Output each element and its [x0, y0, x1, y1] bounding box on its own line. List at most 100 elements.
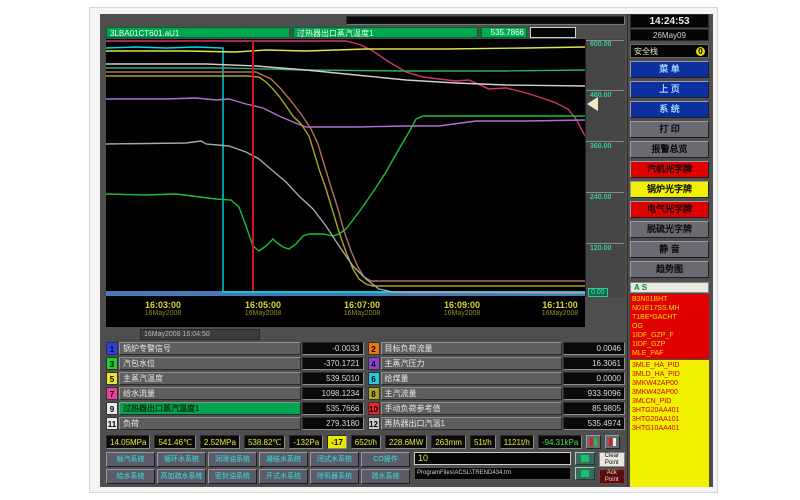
- legend-row-2[interactable]: 2目标负荷流量0.0046: [368, 342, 626, 355]
- system-button[interactable]: 密封油系统: [208, 469, 257, 484]
- legend-row-9[interactable]: 9过热器出口蒸汽温度1535.7666: [106, 402, 364, 415]
- clear-point-button[interactable]: Clear Point: [599, 452, 625, 467]
- pen-name[interactable]: 汽包水位: [119, 357, 301, 370]
- legend-row-6[interactable]: 6给煤量0.0000: [368, 372, 626, 385]
- pen-value: 539.5010: [302, 372, 364, 385]
- system-button[interactable]: 高加疏水系统: [157, 469, 206, 484]
- time-axis-labels: 16:03:0016May200816:05:0016May200816:07:…: [106, 297, 585, 327]
- sidebar-button[interactable]: 静 音: [630, 241, 709, 258]
- alarm-entry[interactable]: 3MLD_HA_PID: [632, 370, 707, 379]
- pen-name[interactable]: 给煤量: [381, 372, 563, 385]
- pen-name[interactable]: 主蒸汽压力: [381, 357, 563, 370]
- interval-input[interactable]: 10: [414, 452, 571, 465]
- title-row: 3LBA01CT601.aU1 过热器出口蒸汽温度1 535.7866: [106, 26, 625, 39]
- trend-mini-button-2[interactable]: [575, 467, 595, 480]
- system-button[interactable]: 润滑油系统: [208, 452, 257, 467]
- pen-color-swatch: 7: [106, 387, 118, 400]
- sidebar-button[interactable]: 报警总览: [630, 141, 709, 158]
- alarm-list-yellow[interactable]: 3MLE_HA_PID3MLD_HA_PID3MKW42AP003MKW42AP…: [630, 360, 709, 487]
- trend-mini-button-1[interactable]: [575, 452, 595, 465]
- cursor-timestamp: 16May2008 16:04:50: [140, 329, 260, 340]
- pen-name[interactable]: 负荷: [119, 417, 301, 430]
- system-button[interactable]: 除氧器系统: [310, 469, 359, 484]
- legend-row-4[interactable]: 4主蒸汽压力16.3061: [368, 357, 626, 370]
- legend-row-12[interactable]: 12再热器出口汽温1535.4974: [368, 417, 626, 430]
- sidebar-button[interactable]: 菜 单: [630, 61, 709, 78]
- x-tick-date: 16May2008: [344, 310, 381, 317]
- alarm-entry[interactable]: 3HTG20AA401: [632, 406, 707, 415]
- trend-tool-button-1[interactable]: [586, 435, 601, 449]
- alarm-entry[interactable]: 3MLCN_PID: [632, 397, 707, 406]
- system-button[interactable]: 凝结水系统: [259, 452, 308, 467]
- sidebar-button[interactable]: 脱硫光字牌: [630, 221, 709, 238]
- system-button[interactable]: 疏水系统: [361, 469, 410, 484]
- alarm-entry[interactable]: MLE_PAF: [632, 349, 707, 358]
- ack-point-button[interactable]: Ack Point: [599, 469, 625, 484]
- alarm-entry[interactable]: 1IDF_GZP_F: [632, 331, 707, 340]
- y-tick-label: 120.00: [590, 245, 611, 252]
- pen-name[interactable]: 目标负荷流量: [381, 342, 563, 355]
- system-button[interactable]: 给水系统: [106, 469, 155, 484]
- x-tick-time: 16:07:00: [344, 300, 381, 310]
- safety-stack-count-badge: 0: [696, 47, 705, 56]
- legend-row-10[interactable]: 10手动负荷参考值85.9805: [368, 402, 626, 415]
- pen-name[interactable]: 主蒸汽温度: [119, 372, 301, 385]
- sidebar-button[interactable]: 系 统: [630, 101, 709, 118]
- system-button[interactable]: 开式水系统: [259, 469, 308, 484]
- status-value-chip: 541.46℃: [154, 435, 195, 449]
- x-tick-date: 16May2008: [245, 310, 282, 317]
- alarm-tag-strip: A S: [630, 282, 709, 293]
- sidebar-button[interactable]: 汽机光字牌: [630, 161, 709, 178]
- alarm-entry[interactable]: 3HTG20AA101: [632, 415, 707, 424]
- alarm-entry[interactable]: B3N01BHT: [632, 295, 707, 304]
- alarm-entry[interactable]: OG: [632, 322, 707, 331]
- legend-row-3[interactable]: 3汽包水位-370.1721: [106, 357, 364, 370]
- trend-chart[interactable]: [106, 39, 585, 297]
- pen-name[interactable]: 再热器出口汽温1: [381, 417, 563, 430]
- message-bar: [346, 16, 625, 25]
- pen-name[interactable]: 过热器出口蒸汽温度1: [119, 402, 301, 415]
- alarm-entry[interactable]: 3MKW42AP00: [632, 388, 707, 397]
- alarm-entry[interactable]: 3MKW42AP00: [632, 379, 707, 388]
- status-value-chip: 2.52MPa: [200, 435, 240, 449]
- alarm-entry[interactable]: 3MLE_HA_PID: [632, 361, 707, 370]
- alarm-entry[interactable]: T1BE*GACHT: [632, 313, 707, 322]
- point-tag-bar[interactable]: 3LBA01CT601.aU1: [106, 27, 290, 38]
- legend-row-7[interactable]: 7给水流量1098.1234: [106, 387, 364, 400]
- alarm-list-red[interactable]: B3N01BHTN01E17SS.MHT1BE*GACHTOG1IDF_GZP_…: [630, 294, 709, 359]
- pen-color-swatch: 1: [106, 342, 118, 355]
- pen-name[interactable]: 手动负荷参考值: [381, 402, 563, 415]
- alarm-entry[interactable]: 3HTG10AA401: [632, 424, 707, 433]
- pen-value: 85.9805: [563, 402, 625, 415]
- sidebar-button[interactable]: 上 页: [630, 81, 709, 98]
- alarm-entry[interactable]: 1IDF_GZP: [632, 340, 707, 349]
- pen-name[interactable]: 给水流量: [119, 387, 301, 400]
- scale-marker-triangle-icon[interactable]: [587, 97, 598, 111]
- sidebar-button[interactable]: 趋势图: [630, 261, 709, 278]
- sidebar-button[interactable]: 锅炉光字牌: [630, 181, 709, 198]
- legend-row-5[interactable]: 5主蒸汽温度539.5010: [106, 372, 364, 385]
- safety-stack-indicator[interactable]: 安全栈 0: [630, 44, 709, 58]
- pen-name[interactable]: 锅炉专警信号: [119, 342, 301, 355]
- pen-color-swatch: 12: [368, 417, 380, 430]
- system-button[interactable]: 抽汽系统: [106, 452, 155, 467]
- system-button[interactable]: 循环水系统: [157, 452, 206, 467]
- curve-title-bar[interactable]: 过热器出口蒸汽温度1: [293, 27, 478, 38]
- indicator-bar-icon: [590, 438, 593, 446]
- status-value-chip: 652t/h: [351, 435, 381, 449]
- alarm-entry[interactable]: N01E17SS.MH: [632, 304, 707, 313]
- legend-row-1[interactable]: 1锅炉专警信号-0.0033: [106, 342, 364, 355]
- status-value-chip: -132Pa: [289, 435, 323, 449]
- legend-row-11[interactable]: 11负荷279.3180: [106, 417, 364, 430]
- trend-tool-button-2[interactable]: [605, 435, 620, 449]
- sidebar-button[interactable]: 电气光字牌: [630, 201, 709, 218]
- system-button[interactable]: 闭式水系统: [310, 452, 359, 467]
- legend-panel: 16May2008 16:04:50 1锅炉专警信号-0.0033 3汽包水位-3…: [106, 327, 625, 430]
- pen-name[interactable]: 主汽流量: [381, 387, 563, 400]
- pen-value: 0.0000: [563, 372, 625, 385]
- sidebar-button[interactable]: 打 印: [630, 121, 709, 138]
- system-button[interactable]: CO操作: [361, 452, 410, 467]
- point-input-box[interactable]: [530, 27, 576, 38]
- legend-row-8[interactable]: 8主汽流量933.9096: [368, 387, 626, 400]
- green-square-icon: [581, 455, 589, 462]
